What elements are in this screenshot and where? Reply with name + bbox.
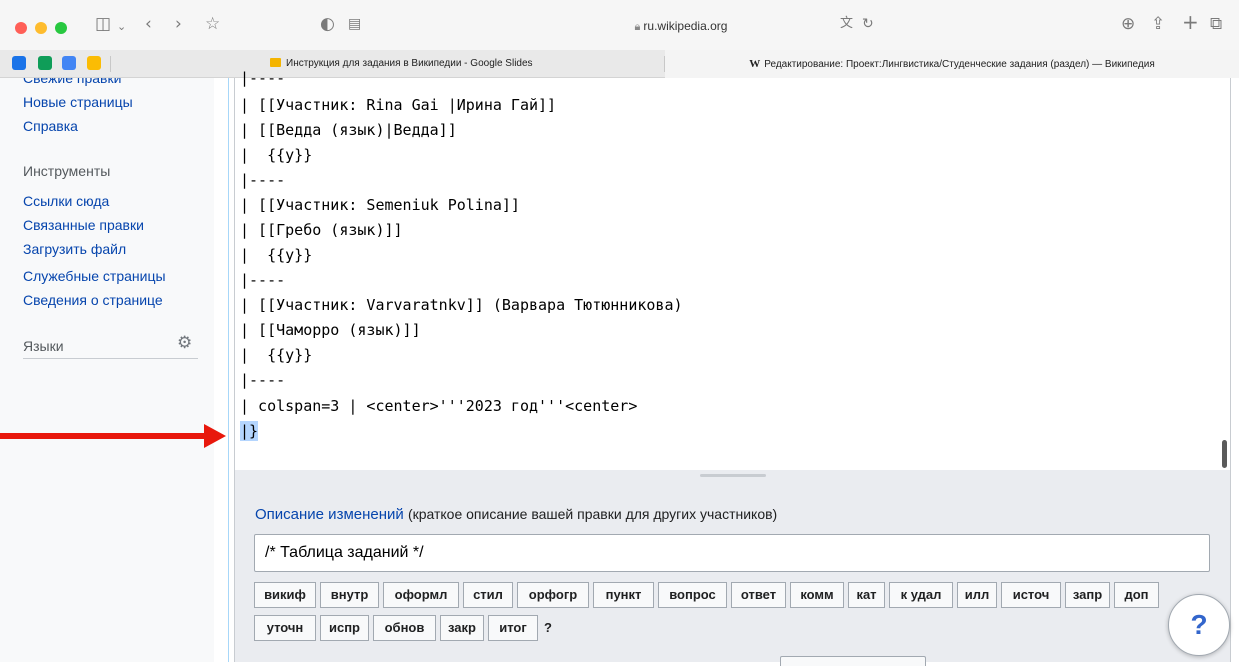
- code-line: |----: [240, 69, 286, 87]
- gear-icon[interactable]: ⚙: [177, 333, 192, 353]
- sidebar-item-related-changes[interactable]: Связанные правки: [23, 217, 144, 233]
- wikipedia-icon: W: [749, 58, 761, 70]
- tab-bar: Инструкция для задания в Википедии - Goo…: [0, 50, 1239, 78]
- share-icon[interactable]: ⇪: [1151, 14, 1165, 34]
- forward-icon[interactable]: ›: [175, 14, 182, 34]
- code-line: | [[Участник: Semeniuk Polina]]: [240, 196, 520, 214]
- pinned-tab-drive-icon[interactable]: [87, 56, 101, 70]
- help-button[interactable]: ?: [1168, 594, 1230, 656]
- sidebar-item-what-links-here[interactable]: Ссылки сюда: [23, 193, 109, 209]
- address-bar[interactable]: 🔒︎ ru.wikipedia.org: [476, 13, 886, 39]
- summary-chip[interactable]: стил: [463, 582, 513, 608]
- sidebar-item-upload-file[interactable]: Загрузить файл: [23, 241, 126, 257]
- code-line: |----: [240, 271, 286, 289]
- summary-label: Описание изменений (краткое описание ваш…: [255, 506, 777, 523]
- back-icon[interactable]: ‹: [145, 14, 152, 34]
- code-line: | [[Участник: Rina Gai |Ирина Гай]]: [240, 96, 557, 114]
- summary-chip[interactable]: к удал: [889, 582, 953, 608]
- close-window-button[interactable]: [15, 22, 27, 34]
- new-tab-icon[interactable]: +: [1182, 12, 1199, 32]
- code-line: | {{y}}: [240, 146, 313, 164]
- reader-icon[interactable]: ▤: [348, 14, 361, 34]
- slides-icon: [270, 58, 281, 67]
- url-text: ru.wikipedia.org: [643, 19, 728, 33]
- minimize-window-button[interactable]: [35, 22, 47, 34]
- tab-google-slides[interactable]: Инструкция для задания в Википедии - Goo…: [270, 50, 600, 78]
- editor-scrollbar[interactable]: [1222, 440, 1227, 468]
- sidebar-toggle-icon[interactable]: ◫: [95, 14, 111, 34]
- languages-divider: [23, 358, 198, 359]
- summary-chip[interactable]: пункт: [593, 582, 654, 608]
- editor-resize-handle[interactable]: [700, 474, 766, 477]
- summary-hint: (краткое описание вашей правки для други…: [407, 506, 778, 522]
- chevron-down-icon[interactable]: ⌄: [117, 17, 126, 37]
- zoom-window-button[interactable]: [55, 22, 67, 34]
- sidebar-item-page-info[interactable]: Сведения о странице: [23, 292, 163, 308]
- summary-chip[interactable]: источ: [1001, 582, 1061, 608]
- tab-wikipedia-edit[interactable]: W Редактирование: Проект:Лингвистика/Студ…: [665, 50, 1239, 78]
- summary-chip[interactable]: оформл: [383, 582, 459, 608]
- code-line: | [[Участник: Varvaratnkv]] (Варвара Тют…: [240, 296, 683, 314]
- code-line: |----: [240, 171, 286, 189]
- code-line-selected: |}: [240, 421, 259, 441]
- star-icon[interactable]: ☆: [205, 14, 220, 34]
- code-line: | [[Ведда (язык)|Ведда]]: [240, 121, 457, 139]
- download-icon[interactable]: ⊕: [1121, 14, 1135, 34]
- summary-chips-help[interactable]: ?: [544, 620, 552, 635]
- summary-chip[interactable]: комм: [790, 582, 844, 608]
- edit-summary-input[interactable]: [254, 534, 1210, 572]
- translate-icon[interactable]: 文: [840, 14, 853, 34]
- tab-overview-icon[interactable]: ⧉: [1210, 14, 1222, 34]
- lock-icon: 🔒︎: [634, 21, 641, 33]
- summary-chip[interactable]: внутр: [320, 582, 379, 608]
- summary-help-link[interactable]: Описание изменений: [255, 506, 404, 523]
- summary-chip[interactable]: запр: [1065, 582, 1110, 608]
- summary-chip[interactable]: закр: [440, 615, 484, 641]
- annotation-arrow-shaft: [0, 433, 208, 439]
- summary-chip[interactable]: обнов: [373, 615, 436, 641]
- pinned-tab-calendar-icon[interactable]: [62, 56, 76, 70]
- pinned-tab-cloud-icon[interactable]: [12, 56, 26, 70]
- content-border: [228, 78, 229, 662]
- code-line: | [[Гребо (язык)]]: [240, 221, 403, 239]
- summary-chip[interactable]: кат: [848, 582, 885, 608]
- summary-chip[interactable]: испр: [320, 615, 369, 641]
- sidebar-item-special-pages[interactable]: Служебные страницы: [23, 268, 166, 284]
- code-line: | {{y}}: [240, 346, 313, 364]
- annotation-arrow-head: [204, 424, 226, 448]
- summary-chip[interactable]: илл: [957, 582, 997, 608]
- privacy-shield-icon[interactable]: ◐: [320, 14, 335, 34]
- browser-toolbar: ◫ ⌄ ‹ › ☆ ◐ ▤ 🔒︎ ru.wikipedia.org 文 ↻ ⊕ ⇪…: [0, 0, 1239, 50]
- reload-icon[interactable]: ↻: [862, 14, 874, 34]
- code-line: | colspan=3 | <center>'''2023 год'''<cen…: [240, 397, 638, 415]
- summary-chip[interactable]: викиф: [254, 582, 316, 608]
- pinned-tab-sheets-icon[interactable]: [38, 56, 52, 70]
- summary-chip[interactable]: уточн: [254, 615, 316, 641]
- code-line: | {{y}}: [240, 246, 313, 264]
- summary-chip[interactable]: вопрос: [658, 582, 727, 608]
- sidebar-item-help[interactable]: Справка: [23, 118, 78, 134]
- sidebar-item-new-pages[interactable]: Новые страницы: [23, 94, 133, 110]
- summary-chip[interactable]: орфогр: [517, 582, 589, 608]
- save-button-partial[interactable]: [780, 656, 926, 666]
- tab-label: Инструкция для задания в Википедии - Goo…: [286, 58, 533, 69]
- summary-chip[interactable]: ответ: [731, 582, 786, 608]
- code-line: |----: [240, 371, 286, 389]
- summary-chip[interactable]: доп: [1114, 582, 1159, 608]
- tools-heading: Инструменты: [23, 163, 111, 179]
- summary-chip[interactable]: итог: [488, 615, 538, 641]
- languages-heading: Языки: [23, 338, 64, 354]
- code-line: | [[Чаморро (язык)]]: [240, 321, 421, 339]
- tab-label: Редактирование: Проект:Лингвистика/Студе…: [764, 59, 1155, 70]
